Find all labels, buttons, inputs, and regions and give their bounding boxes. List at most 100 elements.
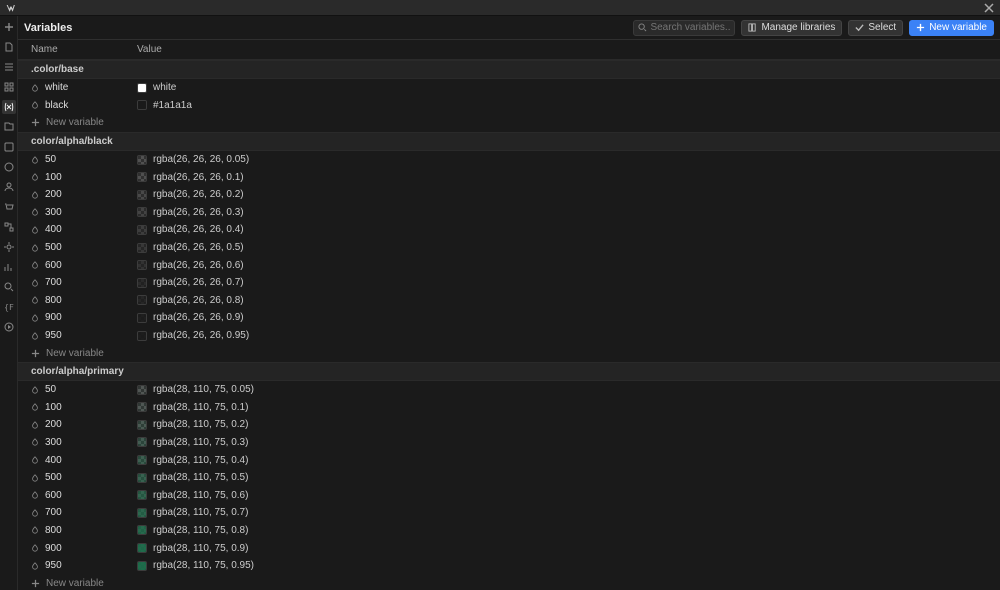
col-header-value: Value <box>137 44 162 55</box>
variable-value: rgba(28, 110, 75, 0.05) <box>153 384 254 395</box>
variable-row[interactable]: whitewhite <box>18 79 1000 97</box>
variable-value: rgba(26, 26, 26, 0.8) <box>153 295 244 306</box>
color-type-icon <box>31 421 39 429</box>
variable-name-cell: 700 <box>31 507 137 518</box>
color-type-icon <box>31 509 39 517</box>
tool-settings[interactable] <box>2 240 16 254</box>
variable-row[interactable]: 600rgba(26, 26, 26, 0.6) <box>18 256 1000 274</box>
group-header[interactable]: color/alpha/primary <box>18 362 1000 381</box>
color-type-icon <box>31 244 39 252</box>
color-type-icon <box>31 296 39 304</box>
color-type-icon <box>31 84 39 92</box>
variable-value: rgba(26, 26, 26, 0.6) <box>153 260 244 271</box>
search-icon <box>638 23 647 32</box>
variable-row[interactable]: 200 rgba(28, 110, 75, 0.2) <box>18 416 1000 434</box>
variable-name-cell: 300 <box>31 207 137 218</box>
tool-logic[interactable] <box>2 220 16 234</box>
variable-name: 500 <box>45 472 62 483</box>
group-header[interactable]: .color/base <box>18 60 1000 79</box>
tool-find[interactable] <box>2 280 16 294</box>
variable-row[interactable]: 100rgba(26, 26, 26, 0.1) <box>18 168 1000 186</box>
select-button[interactable]: Select <box>848 20 903 36</box>
tool-apps[interactable] <box>2 160 16 174</box>
variable-row[interactable]: 400rgba(26, 26, 26, 0.4) <box>18 221 1000 239</box>
variable-row[interactable]: 300rgba(28, 110, 75, 0.3) <box>18 434 1000 452</box>
tool-variables[interactable] <box>2 100 16 114</box>
variable-value: rgba(26, 26, 26, 0.05) <box>153 154 249 165</box>
variable-value-cell: rgba(26, 26, 26, 0.5) <box>137 242 244 253</box>
tool-video[interactable] <box>2 320 16 334</box>
color-type-icon <box>31 261 39 269</box>
variable-row[interactable]: 900rgba(28, 110, 75, 0.9) <box>18 539 1000 557</box>
variables-panel: Variables Manage libraries Select New va… <box>18 16 1000 590</box>
variable-row[interactable]: 50 rgba(28, 110, 75, 0.05) <box>18 381 1000 399</box>
variable-row[interactable]: 200rgba(26, 26, 26, 0.2) <box>18 186 1000 204</box>
tool-users[interactable] <box>2 180 16 194</box>
color-type-icon <box>31 491 39 499</box>
color-type-icon <box>31 526 39 534</box>
library-icon <box>748 23 757 32</box>
variable-name: 950 <box>45 560 62 571</box>
variable-name: 900 <box>45 312 62 323</box>
variable-value-cell: rgba(28, 110, 75, 0.4) <box>137 455 248 466</box>
variable-row[interactable]: 600rgba(28, 110, 75, 0.6) <box>18 486 1000 504</box>
tool-help[interactable]: {F <box>2 300 16 314</box>
variable-row[interactable]: 900 rgba(26, 26, 26, 0.9) <box>18 309 1000 327</box>
variable-value-cell: rgba(26, 26, 26, 0.2) <box>137 189 244 200</box>
variable-row[interactable]: black#1a1a1a <box>18 97 1000 115</box>
color-type-icon <box>31 208 39 216</box>
group-header[interactable]: color/alpha/black <box>18 132 1000 151</box>
variable-row[interactable]: 950rgba(26, 26, 26, 0.95) <box>18 327 1000 345</box>
new-variable-row[interactable]: New variable <box>18 344 1000 362</box>
variable-value: rgba(26, 26, 26, 0.9) <box>153 312 244 323</box>
tool-ecommerce[interactable] <box>2 200 16 214</box>
variable-row[interactable]: 100rgba(28, 110, 75, 0.1) <box>18 399 1000 417</box>
tool-add[interactable] <box>2 20 16 34</box>
variable-name-cell: black <box>31 100 137 111</box>
new-variable-row[interactable]: New variable <box>18 114 1000 132</box>
variables-list[interactable]: .color/basewhitewhiteblack#1a1a1aNew var… <box>18 60 1000 590</box>
variable-row[interactable]: 500rgba(26, 26, 26, 0.5) <box>18 239 1000 257</box>
variable-value: rgba(28, 110, 75, 0.8) <box>153 525 248 536</box>
variable-row[interactable]: 300rgba(26, 26, 26, 0.3) <box>18 204 1000 222</box>
variable-row[interactable]: 700rgba(26, 26, 26, 0.7) <box>18 274 1000 292</box>
variable-name-cell: 100 <box>31 402 137 413</box>
variable-row[interactable]: 800 rgba(26, 26, 26, 0.8) <box>18 292 1000 310</box>
tool-audit[interactable] <box>2 260 16 274</box>
new-variable-row[interactable]: New variable <box>18 574 1000 590</box>
variable-row[interactable]: 800rgba(28, 110, 75, 0.8) <box>18 522 1000 540</box>
close-icon[interactable] <box>982 1 996 15</box>
variable-name-cell: 500 <box>31 472 137 483</box>
search-input[interactable] <box>633 20 735 36</box>
new-variable-button[interactable]: New variable <box>909 20 994 36</box>
variable-value: rgba(28, 110, 75, 0.2) <box>153 419 248 430</box>
variable-row[interactable]: 950rgba(28, 110, 75, 0.95) <box>18 557 1000 575</box>
variable-value: rgba(26, 26, 26, 0.2) <box>153 189 244 200</box>
variable-name: 900 <box>45 543 62 554</box>
variable-value-cell: rgba(28, 110, 75, 0.2) <box>137 419 248 430</box>
color-type-icon <box>31 456 39 464</box>
variable-row[interactable]: 500rgba(28, 110, 75, 0.5) <box>18 469 1000 487</box>
tool-components[interactable] <box>2 80 16 94</box>
tool-assets[interactable] <box>2 120 16 134</box>
variable-value-cell: rgba(26, 26, 26, 0.3) <box>137 207 244 218</box>
variable-row[interactable]: 400rgba(28, 110, 75, 0.4) <box>18 451 1000 469</box>
plus-icon <box>31 118 40 127</box>
tool-cms[interactable] <box>2 140 16 154</box>
variable-value: rgba(28, 110, 75, 0.3) <box>153 437 248 448</box>
variable-value-cell: rgba(26, 26, 26, 0.05) <box>137 154 249 165</box>
variable-name: 50 <box>45 384 56 395</box>
variable-row[interactable]: 50rgba(26, 26, 26, 0.05) <box>18 151 1000 169</box>
tool-navigator[interactable] <box>2 60 16 74</box>
variable-row[interactable]: 700rgba(28, 110, 75, 0.7) <box>18 504 1000 522</box>
variable-value-cell: rgba(26, 26, 26, 0.95) <box>137 330 249 341</box>
variable-value-cell: rgba(26, 26, 26, 0.8) <box>137 295 244 306</box>
variable-value: rgba(26, 26, 26, 0.7) <box>153 277 244 288</box>
variable-name: 800 <box>45 295 62 306</box>
variable-name: 200 <box>45 419 62 430</box>
variable-value-cell: rgba(28, 110, 75, 0.7) <box>137 507 248 518</box>
manage-libraries-button[interactable]: Manage libraries <box>741 20 842 36</box>
color-swatch <box>137 473 147 483</box>
tool-page[interactable] <box>2 40 16 54</box>
manage-libraries-label: Manage libraries <box>761 22 835 33</box>
